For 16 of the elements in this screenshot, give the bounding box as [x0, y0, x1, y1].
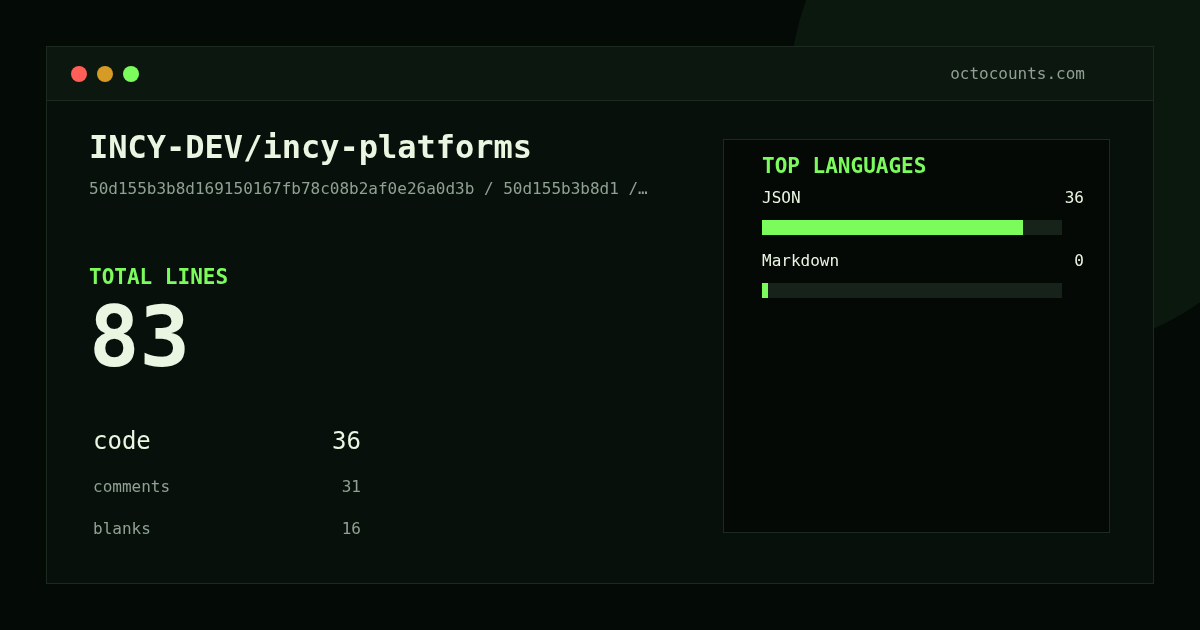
language-name: Markdown: [762, 250, 840, 272]
stat-label: blanks: [93, 518, 151, 540]
language-count: 0: [1074, 250, 1084, 272]
stat-label: comments: [93, 476, 171, 498]
language-name: JSON: [762, 187, 801, 209]
stat-value: 16: [341, 518, 361, 540]
commit-path: 50d155b3b8d169150167fb78c08b2af0e26a0d3b / 50d155b3b8d1 /…: [89, 178, 649, 200]
total-lines-label: TOTAL LINES: [89, 264, 230, 291]
domain-text: octocounts.com: [950, 62, 1085, 85]
total-lines-value: 83: [89, 291, 192, 383]
language-count: 36: [1064, 187, 1084, 209]
stat-value: 31: [341, 476, 361, 498]
repo-title: INCY-DEV/incy-platforms: [89, 127, 534, 168]
stat-value: 36: [332, 426, 361, 457]
stat-label: code: [93, 426, 151, 457]
languages-title: TOP LANGUAGES: [762, 153, 928, 180]
